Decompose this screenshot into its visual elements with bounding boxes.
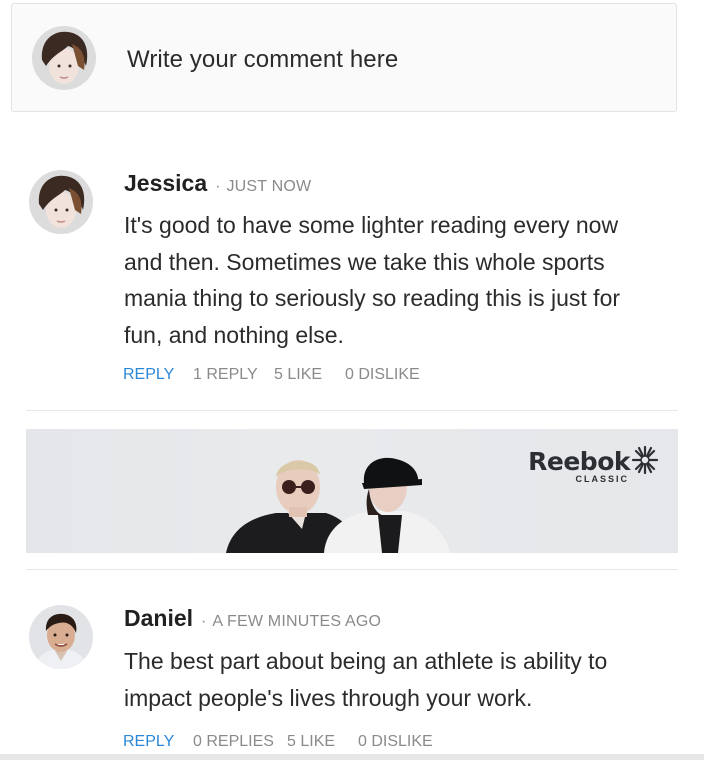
author-avatar[interactable] bbox=[29, 170, 93, 234]
divider bbox=[26, 410, 678, 411]
comment-line: fun, and nothing else. bbox=[124, 321, 344, 348]
comment-line: and then. Sometimes we take this whole s… bbox=[124, 248, 605, 275]
brand-subtitle: CLASSIC bbox=[575, 474, 629, 484]
comment-time: JUST NOW bbox=[226, 178, 312, 195]
author-name[interactable]: Jessica bbox=[124, 170, 207, 197]
comment-body: The best part about being an athlete is … bbox=[124, 643, 669, 716]
author-avatar[interactable] bbox=[29, 605, 93, 669]
author-name[interactable]: Daniel bbox=[124, 605, 193, 632]
comment-line: mania thing to seriously so reading this… bbox=[124, 285, 621, 311]
comment-input[interactable]: Write your comment here bbox=[127, 46, 398, 74]
reply-button[interactable]: REPLY bbox=[123, 366, 193, 384]
brand-logo: Reebok CLASSIC bbox=[528, 449, 630, 484]
user-avatar bbox=[32, 26, 96, 90]
comment-line: The best part about being an athlete is … bbox=[124, 648, 608, 674]
dislike-button[interactable]: 0 DISLIKE bbox=[358, 733, 433, 751]
like-button[interactable]: 5 LIKE bbox=[274, 366, 345, 384]
comment-line: It's good to have some lighter reading e… bbox=[124, 212, 619, 238]
replies-count-button[interactable]: 1 REPLY bbox=[193, 366, 274, 384]
bottom-edge bbox=[0, 754, 704, 760]
comment-time: A FEW MINUTES AGO bbox=[212, 613, 382, 630]
comment-body: It's good to have some lighter reading e… bbox=[124, 207, 669, 353]
starcrest-icon bbox=[631, 445, 659, 475]
ad-banner[interactable]: Reebok CLASSIC bbox=[26, 429, 678, 553]
comments-page: Write your comment here Jessica · JUST N… bbox=[0, 0, 704, 760]
brand-name: Reebok bbox=[528, 447, 630, 476]
separator-dot: · bbox=[201, 613, 207, 630]
separator-dot: · bbox=[215, 178, 221, 195]
comment-actions: REPLY 0 REPLIES 5 LIKE 0 DISLIKE bbox=[123, 733, 433, 751]
comment-actions: REPLY 1 REPLY 5 LIKE 0 DISLIKE bbox=[123, 366, 420, 384]
dislike-button[interactable]: 0 DISLIKE bbox=[345, 366, 420, 384]
like-button[interactable]: 5 LIKE bbox=[287, 733, 358, 751]
comment-line: impact people's lives through your work. bbox=[124, 684, 533, 711]
divider bbox=[26, 569, 678, 570]
reply-button[interactable]: REPLY bbox=[123, 733, 193, 751]
comment-composer[interactable]: Write your comment here bbox=[11, 3, 677, 112]
replies-count-button[interactable]: 0 REPLIES bbox=[193, 733, 287, 751]
